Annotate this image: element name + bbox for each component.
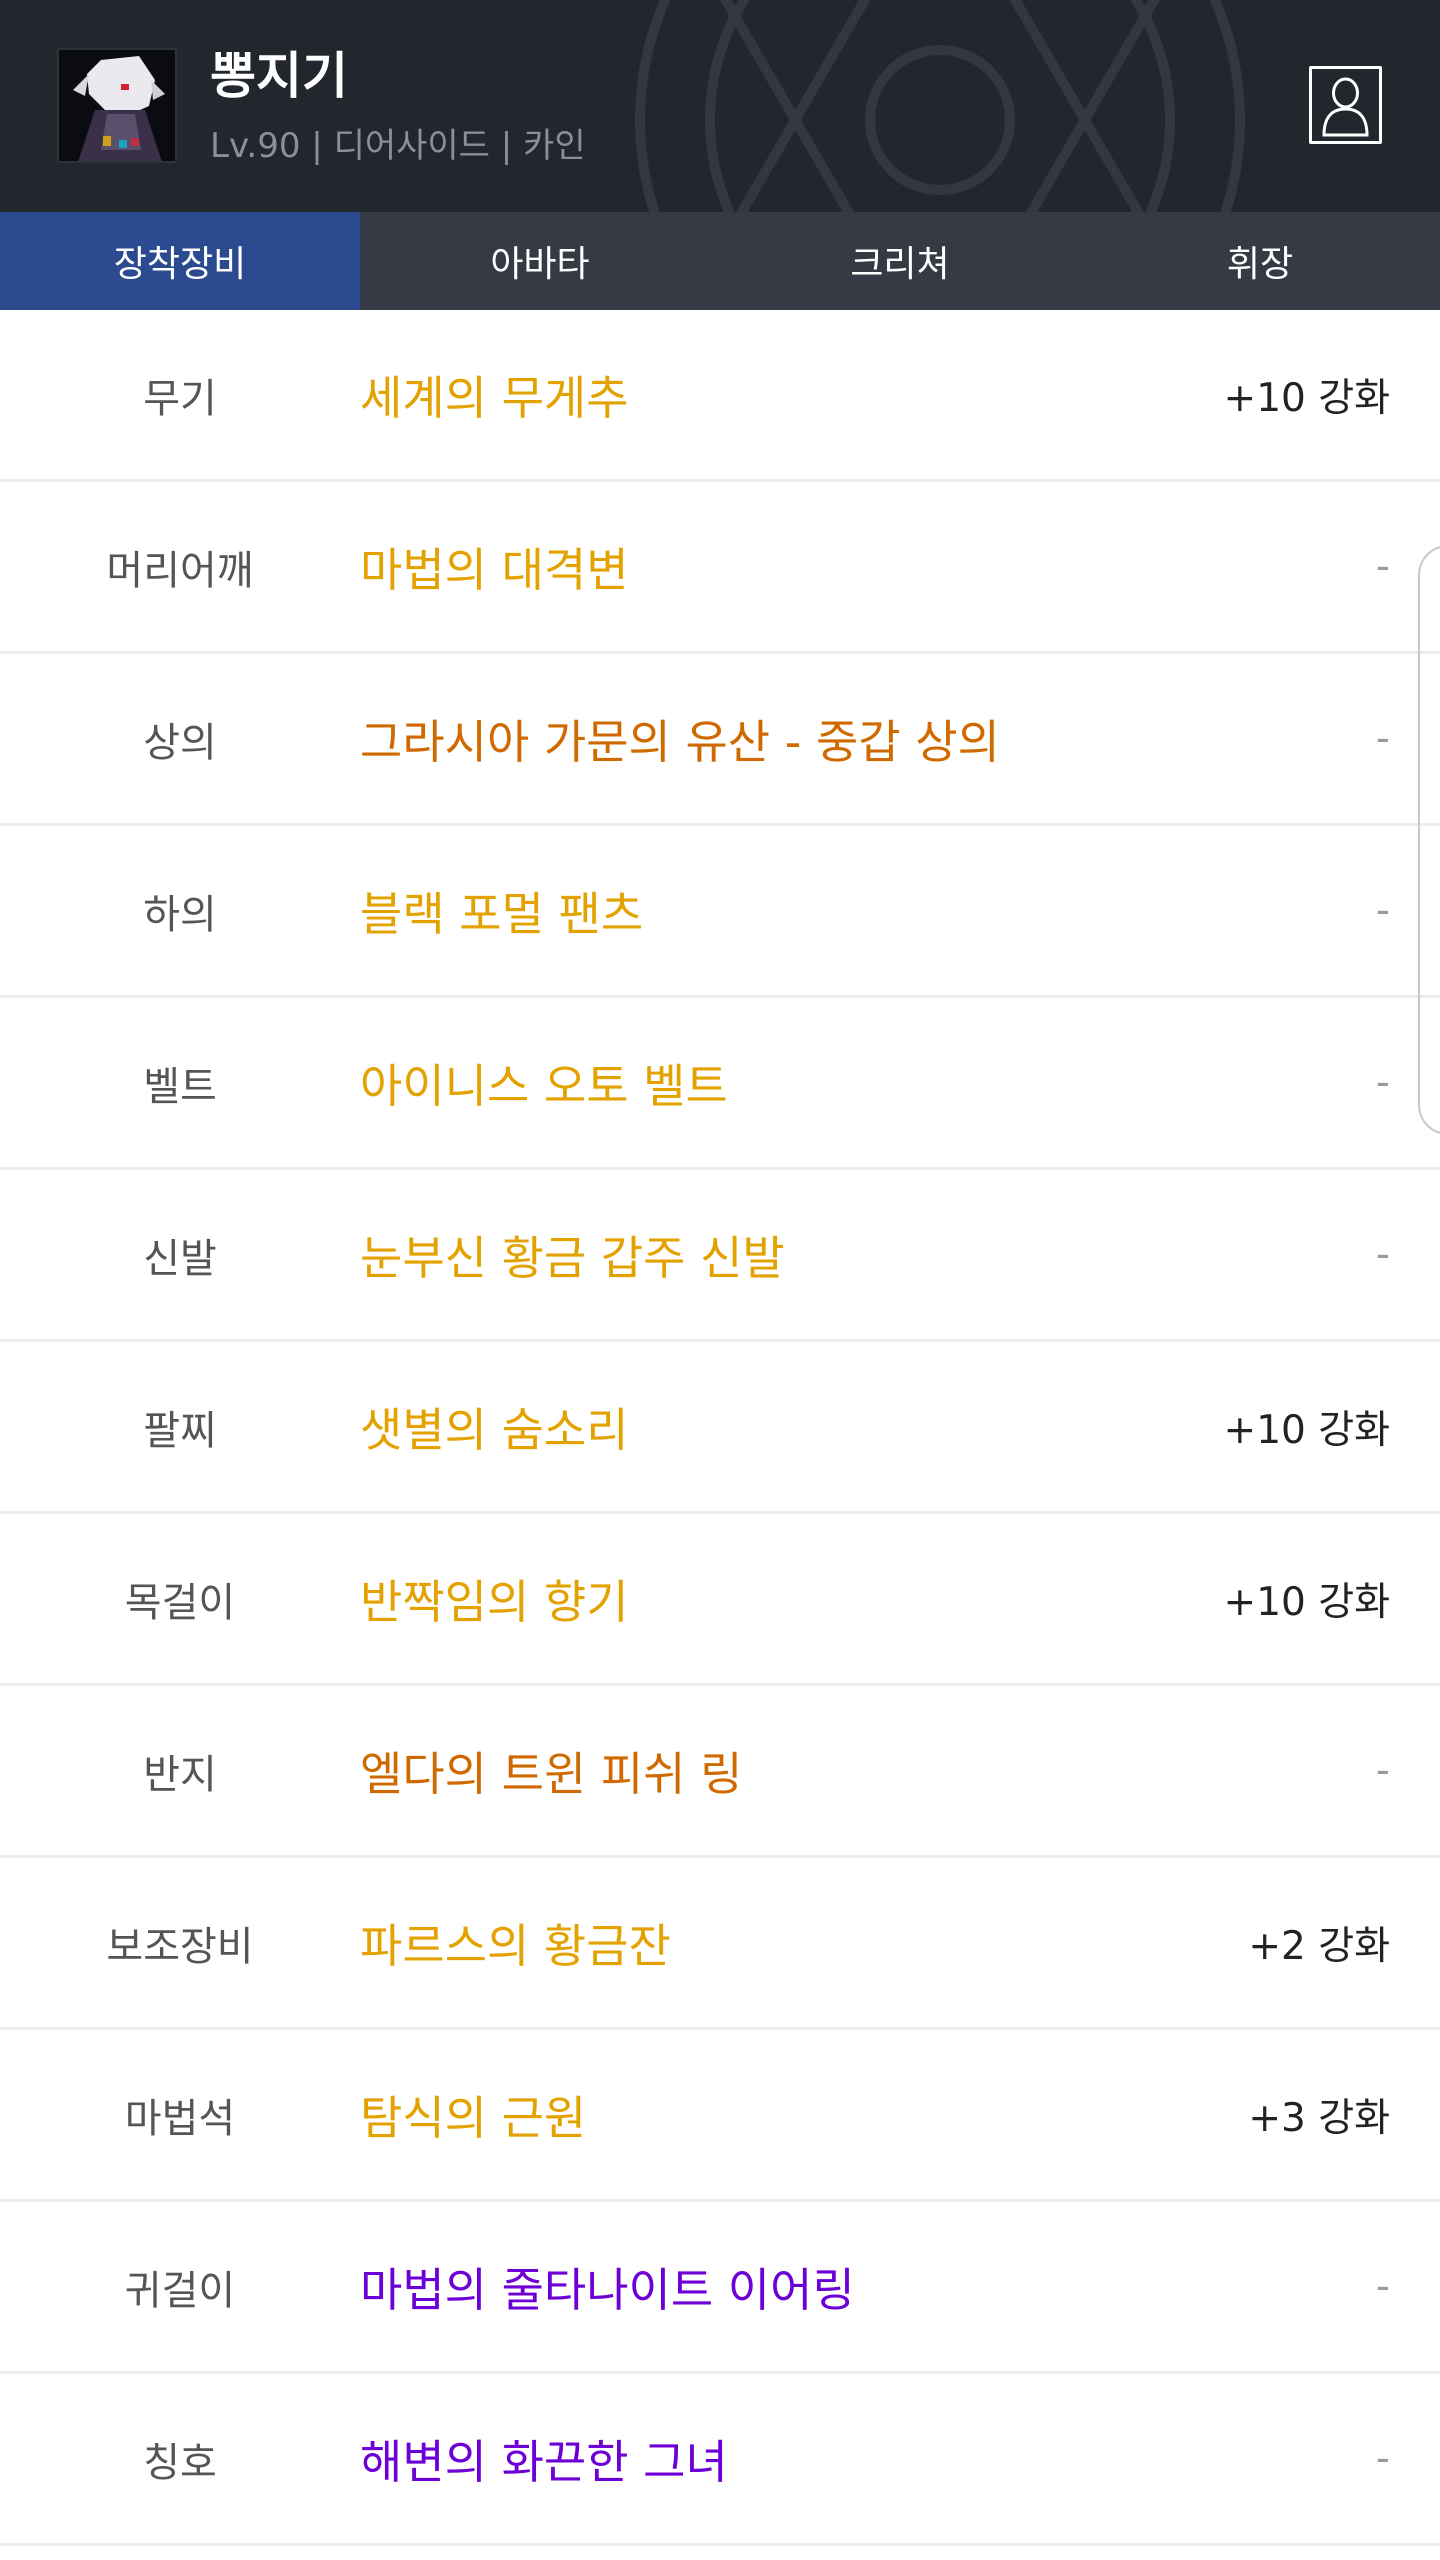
equipment-slot-label: 머리어깨 (106, 547, 254, 594)
equipment-upgrade-level: - (1375, 2436, 1390, 2481)
equipment-row[interactable]: 목걸이 반짝임의 향기 +10 강화 (0, 1514, 1440, 1686)
equipment-item-name[interactable]: 아이니스 오토 벨트 (360, 998, 728, 1167)
equipment-upgrade-level: +3 강화 (1248, 2095, 1390, 2141)
equipment-slot-label: 목걸이 (124, 1579, 236, 1626)
equipment-upgrade-level: - (1375, 716, 1390, 761)
tab-equipment[interactable]: 장착장비 (0, 212, 360, 310)
tab-creature[interactable]: 크리쳐 (720, 212, 1080, 310)
equipment-upgrade-level: - (1375, 2264, 1390, 2309)
scroll-indicator[interactable] (1418, 545, 1440, 1135)
equipment-item-name[interactable]: 탐식의 근원 (360, 2030, 586, 2199)
equipment-slot-label: 상의 (143, 719, 217, 766)
equipment-item-name[interactable]: 샛별의 숨소리 (360, 1342, 629, 1511)
equipment-upgrade-level: - (1375, 1748, 1390, 1793)
equipment-slot-label: 벨트 (143, 1063, 217, 1110)
character-header: 뽕지기 Lv.90 | 디어사이드 | 카인 (0, 0, 1440, 212)
equipment-row[interactable]: 마법석 탐식의 근원 +3 강화 (0, 2030, 1440, 2202)
equipment-row[interactable]: 칭호 해변의 화끈한 그녀 - (0, 2374, 1440, 2546)
equipment-row[interactable]: 팔찌 샛별의 숨소리 +10 강화 (0, 1342, 1440, 1514)
equipment-upgrade-level: +10 강화 (1223, 375, 1390, 421)
equipment-item-name[interactable]: 파르스의 황금잔 (360, 1858, 671, 2027)
equipment-row[interactable]: 보조장비 파르스의 황금잔 +2 강화 (0, 1858, 1440, 2030)
equipment-slot-label: 마법석 (124, 2095, 236, 2142)
equipment-upgrade-level: +2 강화 (1248, 1923, 1390, 1969)
equipment-upgrade-level: +10 강화 (1223, 1407, 1390, 1453)
character-avatar[interactable] (57, 48, 177, 163)
profile-button[interactable] (1309, 66, 1382, 144)
equipment-row[interactable]: 무기 세계의 무게추 +10 강화 (0, 310, 1440, 482)
equipment-row[interactable]: 신발 눈부신 황금 갑주 신발 - (0, 1170, 1440, 1342)
equipment-row[interactable]: 귀걸이 마법의 줄타나이트 이어링 - (0, 2202, 1440, 2374)
equipment-upgrade-level: - (1375, 888, 1390, 933)
equipment-row[interactable]: 하의 블랙 포멀 팬츠 - (0, 826, 1440, 998)
character-meta: Lv.90 | 디어사이드 | 카인 (210, 126, 586, 166)
equipment-row[interactable]: 머리어깨 마법의 대격변 - (0, 482, 1440, 654)
equipment-item-name[interactable]: 해변의 화끈한 그녀 (360, 2374, 728, 2543)
equipment-item-name[interactable]: 눈부신 황금 갑주 신발 (360, 1170, 785, 1339)
equipment-upgrade-level: - (1375, 1232, 1390, 1277)
equipment-row[interactable]: 반지 엘다의 트윈 피쉬 링 - (0, 1686, 1440, 1858)
equipment-slot-label: 무기 (143, 375, 217, 422)
equipment-upgrade-level: +10 강화 (1223, 1579, 1390, 1625)
equipment-slot-label: 칭호 (143, 2439, 217, 2486)
character-name: 뽕지기 (210, 47, 348, 105)
equipment-slot-label: 귀걸이 (124, 2267, 236, 2314)
equipment-slot-label: 신발 (143, 1235, 217, 1282)
person-profile-icon (1322, 77, 1369, 137)
equipment-item-name[interactable]: 반짝임의 향기 (360, 1514, 629, 1683)
equipment-slot-label: 반지 (143, 1751, 217, 1798)
tab-emblem[interactable]: 휘장 (1080, 212, 1440, 310)
equipment-slot-label: 팔찌 (143, 1407, 217, 1454)
equipment-item-name[interactable]: 그라시아 가문의 유산 - 중갑 상의 (360, 654, 1000, 823)
equipment-row[interactable]: 상의 그라시아 가문의 유산 - 중갑 상의 - (0, 654, 1440, 826)
equipment-item-name[interactable]: 세계의 무게추 (360, 310, 629, 479)
equipment-slot-label: 보조장비 (106, 1923, 254, 1970)
equipment-tabs: 장착장비 아바타 크리쳐 휘장 (0, 212, 1440, 310)
emblem-decoration (635, 0, 1245, 212)
equipment-slot-label: 하의 (143, 891, 217, 938)
equipment-item-name[interactable]: 마법의 대격변 (360, 482, 629, 651)
equipment-item-name[interactable]: 엘다의 트윈 피쉬 링 (360, 1686, 742, 1855)
equipment-list: 무기 세계의 무게추 +10 강화 머리어깨 마법의 대격변 - 상의 그라시아 가문의 유산… (0, 310, 1440, 2546)
character-portrait-icon (59, 50, 175, 161)
equipment-item-name[interactable]: 마법의 줄타나이트 이어링 (360, 2202, 855, 2371)
equipment-row[interactable]: 벨트 아이니스 오토 벨트 - (0, 998, 1440, 1170)
equipment-upgrade-level: - (1375, 544, 1390, 589)
tab-avatar[interactable]: 아바타 (360, 212, 720, 310)
equipment-upgrade-level: - (1375, 1060, 1390, 1105)
equipment-item-name[interactable]: 블랙 포멀 팬츠 (360, 826, 643, 995)
